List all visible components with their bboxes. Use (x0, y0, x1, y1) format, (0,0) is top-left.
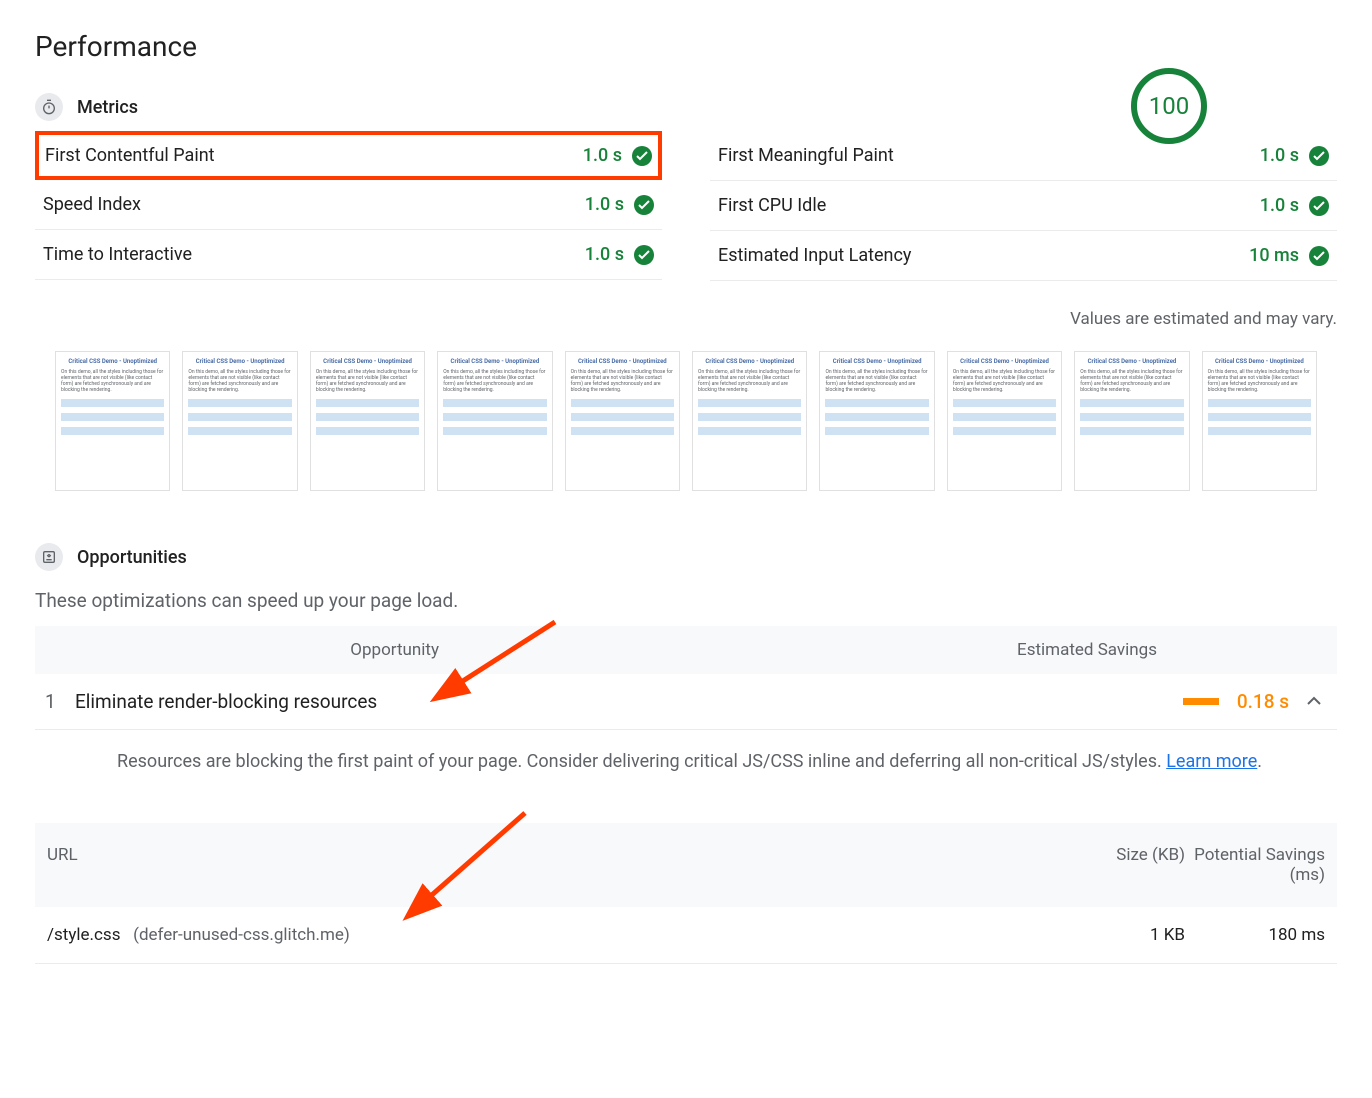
filmstrip-thumbnail: Critical CSS Demo - UnoptimizedOn this d… (1202, 351, 1317, 491)
opportunity-row[interactable]: 1 Eliminate render-blocking resources 0.… (35, 674, 1337, 730)
filmstrip-thumbnail: Critical CSS Demo - UnoptimizedOn this d… (182, 351, 297, 491)
performance-score-gauge: 100 (1131, 68, 1207, 144)
check-icon (1309, 246, 1329, 266)
metric-row[interactable]: First Contentful Paint 1.0 s (35, 131, 662, 180)
col-size: Size (KB) (1075, 845, 1185, 885)
metric-label: First Meaningful Paint (718, 145, 894, 166)
page-title: Performance (35, 30, 197, 63)
metric-value: 1.0 s (1260, 145, 1299, 166)
metric-value: 1.0 s (585, 244, 624, 265)
metric-row[interactable]: Estimated Input Latency 10 ms (710, 231, 1337, 281)
opportunities-icon (35, 543, 63, 571)
opportunity-detail-text: Resources are blocking the first paint o… (117, 751, 1166, 772)
col-savings: Estimated Savings (439, 640, 1217, 660)
opportunities-description: These optimizations can speed up your pa… (35, 589, 1337, 612)
opportunities-table-header: Opportunity Estimated Savings (35, 626, 1337, 674)
metric-label: First CPU Idle (718, 195, 826, 216)
col-potential-savings: Potential Savings (ms) (1185, 845, 1325, 885)
url-size: 1 KB (1075, 925, 1185, 945)
metric-label: Estimated Input Latency (718, 245, 911, 266)
savings-time: 0.18 s (1231, 690, 1289, 713)
opportunity-name: Eliminate render-blocking resources (75, 690, 665, 713)
chevron-up-icon[interactable] (1307, 694, 1321, 710)
opportunities-heading: Opportunities (77, 547, 187, 568)
metrics-heading: Metrics (77, 97, 138, 118)
filmstrip-thumbnail: Critical CSS Demo - UnoptimizedOn this d… (947, 351, 1062, 491)
metric-row[interactable]: First CPU Idle 1.0 s (710, 181, 1337, 231)
url-path: /style.css (47, 925, 120, 945)
filmstrip-thumbnail: Critical CSS Demo - UnoptimizedOn this d… (55, 351, 170, 491)
metric-value: 10 ms (1249, 245, 1299, 266)
filmstrip-thumbnail: Critical CSS Demo - UnoptimizedOn this d… (310, 351, 425, 491)
metric-label: Speed Index (43, 194, 141, 215)
filmstrip-thumbnail: Critical CSS Demo - UnoptimizedOn this d… (692, 351, 807, 491)
metric-value: 1.0 s (583, 145, 622, 166)
filmstrip-thumbnail: Critical CSS Demo - UnoptimizedOn this d… (819, 351, 934, 491)
url-row: /style.css (defer-unused-css.glitch.me) … (35, 907, 1337, 964)
filmstrip: Critical CSS Demo - UnoptimizedOn this d… (35, 351, 1337, 491)
savings-bar (1183, 698, 1219, 705)
check-icon (1309, 146, 1329, 166)
metrics-table: First Contentful Paint 1.0 s Speed Index 1.… (35, 131, 1337, 281)
metric-value: 1.0 s (585, 194, 624, 215)
opportunity-detail: Resources are blocking the first paint o… (35, 730, 1337, 799)
metric-label: Time to Interactive (43, 244, 192, 265)
metric-value: 1.0 s (1260, 195, 1299, 216)
metric-row[interactable]: First Meaningful Paint 1.0 s (710, 131, 1337, 181)
check-icon (634, 195, 654, 215)
filmstrip-thumbnail: Critical CSS Demo - UnoptimizedOn this d… (565, 351, 680, 491)
filmstrip-thumbnail: Critical CSS Demo - UnoptimizedOn this d… (1074, 351, 1189, 491)
metric-row[interactable]: Time to Interactive 1.0 s (35, 230, 662, 280)
metrics-note: Values are estimated and may vary. (35, 309, 1337, 329)
check-icon (634, 245, 654, 265)
stopwatch-icon (35, 93, 63, 121)
check-icon (632, 146, 652, 166)
col-url: URL (47, 845, 1075, 885)
metric-row[interactable]: Speed Index 1.0 s (35, 180, 662, 230)
score-value: 100 (1149, 92, 1189, 120)
url-savings: 180 ms (1185, 925, 1325, 945)
metric-label: First Contentful Paint (45, 145, 215, 166)
url-host: (defer-unused-css.glitch.me) (133, 925, 350, 945)
col-opportunity: Opportunity (79, 640, 439, 660)
opportunity-index: 1 (45, 690, 75, 713)
learn-more-link[interactable]: Learn more (1166, 751, 1257, 772)
check-icon (1309, 196, 1329, 216)
url-table-header: URL Size (KB) Potential Savings (ms) (35, 823, 1337, 907)
filmstrip-thumbnail: Critical CSS Demo - UnoptimizedOn this d… (437, 351, 552, 491)
